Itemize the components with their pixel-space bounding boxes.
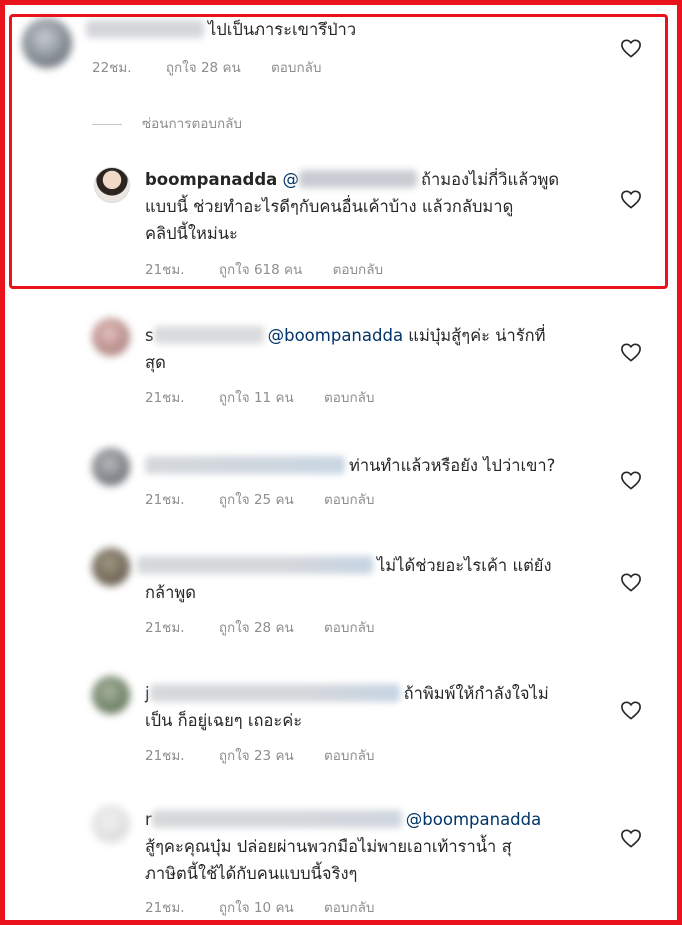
heart-outline-icon[interactable] bbox=[620, 572, 642, 592]
username-blurred[interactable] bbox=[137, 556, 373, 574]
comment-text-line2: กล้าพูด bbox=[145, 583, 196, 602]
likes-count[interactable]: ถูกใจ 10 คน bbox=[219, 896, 294, 918]
likes-count[interactable]: ถูกใจ 618 คน bbox=[219, 258, 302, 280]
timestamp: 21ชม. bbox=[145, 620, 185, 636]
heart-outline-icon[interactable] bbox=[620, 38, 642, 58]
comment-text-line2: เป็น ก็อยู่เฉยๆ เถอะค่ะ bbox=[145, 711, 303, 730]
likes-count[interactable]: ถูกใจ 28 คน bbox=[166, 56, 241, 78]
reply-button[interactable]: ตอบกลับ bbox=[324, 616, 374, 638]
comment-meta: 21ชม. ถูกใจ 25 คน ตอบกลับ bbox=[145, 488, 374, 510]
hide-replies-label: ซ่อนการตอบกลับ bbox=[142, 116, 242, 132]
heart-outline-icon[interactable] bbox=[620, 470, 642, 490]
comment-text: ไม่ได้ช่วยอะไรเค้า แต่ยัง bbox=[377, 556, 552, 575]
likes-count[interactable]: ถูกใจ 28 คน bbox=[219, 616, 294, 638]
heart-outline-icon[interactable] bbox=[620, 189, 642, 209]
username-initial[interactable]: r bbox=[145, 810, 152, 829]
reply-button[interactable]: ตอบกลับ bbox=[324, 488, 374, 510]
reply-button[interactable]: ตอบกลับ bbox=[333, 258, 383, 280]
comment-text: ไปเป็นภาระเขารึป่าว bbox=[208, 20, 357, 39]
timestamp: 21ชม. bbox=[145, 492, 185, 508]
heart-outline-icon[interactable] bbox=[620, 828, 642, 848]
hide-replies-toggle[interactable]: ซ่อนการตอบกลับ bbox=[92, 112, 242, 134]
username-blurred[interactable] bbox=[151, 810, 402, 828]
mention[interactable]: @boompanadda bbox=[268, 326, 403, 345]
comment-meta: 21ชม. ถูกใจ 11 คน ตอบกลับ bbox=[145, 386, 374, 408]
timestamp: 21ชม. bbox=[145, 390, 185, 406]
username-blurred[interactable] bbox=[149, 684, 400, 702]
comment-meta: 21ชม. ถูกใจ 10 คน ตอบกลับ bbox=[145, 896, 374, 918]
comment-meta: 21ชม. ถูกใจ 23 คน ตอบกลับ bbox=[145, 744, 374, 766]
mention-blurred[interactable] bbox=[299, 170, 418, 188]
divider-line bbox=[92, 123, 122, 125]
comment-meta: 21ชม. ถูกใจ 28 คน ตอบกลับ bbox=[145, 616, 374, 638]
reply-button[interactable]: ตอบกลับ bbox=[324, 386, 374, 408]
avatar[interactable] bbox=[22, 18, 72, 68]
username-blurred[interactable] bbox=[145, 456, 345, 474]
avatar[interactable] bbox=[92, 676, 130, 714]
avatar[interactable] bbox=[94, 167, 130, 203]
comment-meta: 21ชม. ถูกใจ 618 คน ตอบกลับ bbox=[145, 258, 383, 280]
timestamp: 21ชม. bbox=[145, 900, 185, 916]
username-blurred[interactable] bbox=[153, 326, 264, 344]
comment-text: ท่านทำแล้วหรือยัง ไปว่าเขา? bbox=[349, 456, 556, 475]
mention[interactable]: @ bbox=[283, 170, 300, 189]
username-initial[interactable]: j bbox=[145, 684, 150, 703]
comment-text-line3: ภาษิตนี้ใช้ได้กับคนแบบนี้จริงๆ bbox=[145, 864, 358, 883]
likes-count[interactable]: ถูกใจ 23 คน bbox=[219, 744, 294, 766]
comment-text-line2: สุด bbox=[145, 353, 166, 372]
comment-meta: 22ชม. ถูกใจ 28 คน ตอบกลับ bbox=[92, 56, 321, 78]
timestamp: 22ชม. bbox=[92, 60, 132, 76]
avatar[interactable] bbox=[92, 805, 130, 843]
mention[interactable]: @boompanadda bbox=[406, 810, 541, 829]
heart-outline-icon[interactable] bbox=[620, 342, 642, 362]
avatar[interactable] bbox=[92, 448, 130, 486]
avatar[interactable] bbox=[92, 318, 130, 356]
comment-text: แม่บุ๋มสู้ๆค่ะ น่ารักที่ bbox=[403, 326, 546, 345]
reply-button[interactable]: ตอบกลับ bbox=[271, 56, 321, 78]
reply-button[interactable]: ตอบกลับ bbox=[324, 744, 374, 766]
comment-text: ถ้าพิมพ์ให้กำลังใจไม่ bbox=[403, 684, 549, 703]
username-blurred[interactable] bbox=[86, 20, 204, 38]
heart-outline-icon[interactable] bbox=[620, 700, 642, 720]
likes-count[interactable]: ถูกใจ 25 คน bbox=[219, 488, 294, 510]
timestamp: 21ชม. bbox=[145, 262, 185, 278]
likes-count[interactable]: ถูกใจ 11 คน bbox=[219, 386, 294, 408]
username-initial[interactable]: s bbox=[145, 326, 154, 345]
comment-text-line2: สู้ๆคะคุณบุ๋ม ปล่อยผ่านพวกมือไม่พายเอาเท… bbox=[145, 837, 512, 856]
username[interactable]: boompanadda bbox=[145, 170, 277, 189]
avatar[interactable] bbox=[92, 548, 130, 586]
timestamp: 21ชม. bbox=[145, 748, 185, 764]
comment-text-line3: คลิปนี้ใหม่นะ bbox=[145, 224, 238, 243]
reply-button[interactable]: ตอบกลับ bbox=[324, 896, 374, 918]
comment-text-line2: แบบนี้ ช่วยทำอะไรดีๆกับคนอื่นเค้าบ้าง แล… bbox=[145, 197, 514, 216]
comment-text: ถ้ามองไม่กี่วิแล้วพูด bbox=[421, 170, 560, 189]
